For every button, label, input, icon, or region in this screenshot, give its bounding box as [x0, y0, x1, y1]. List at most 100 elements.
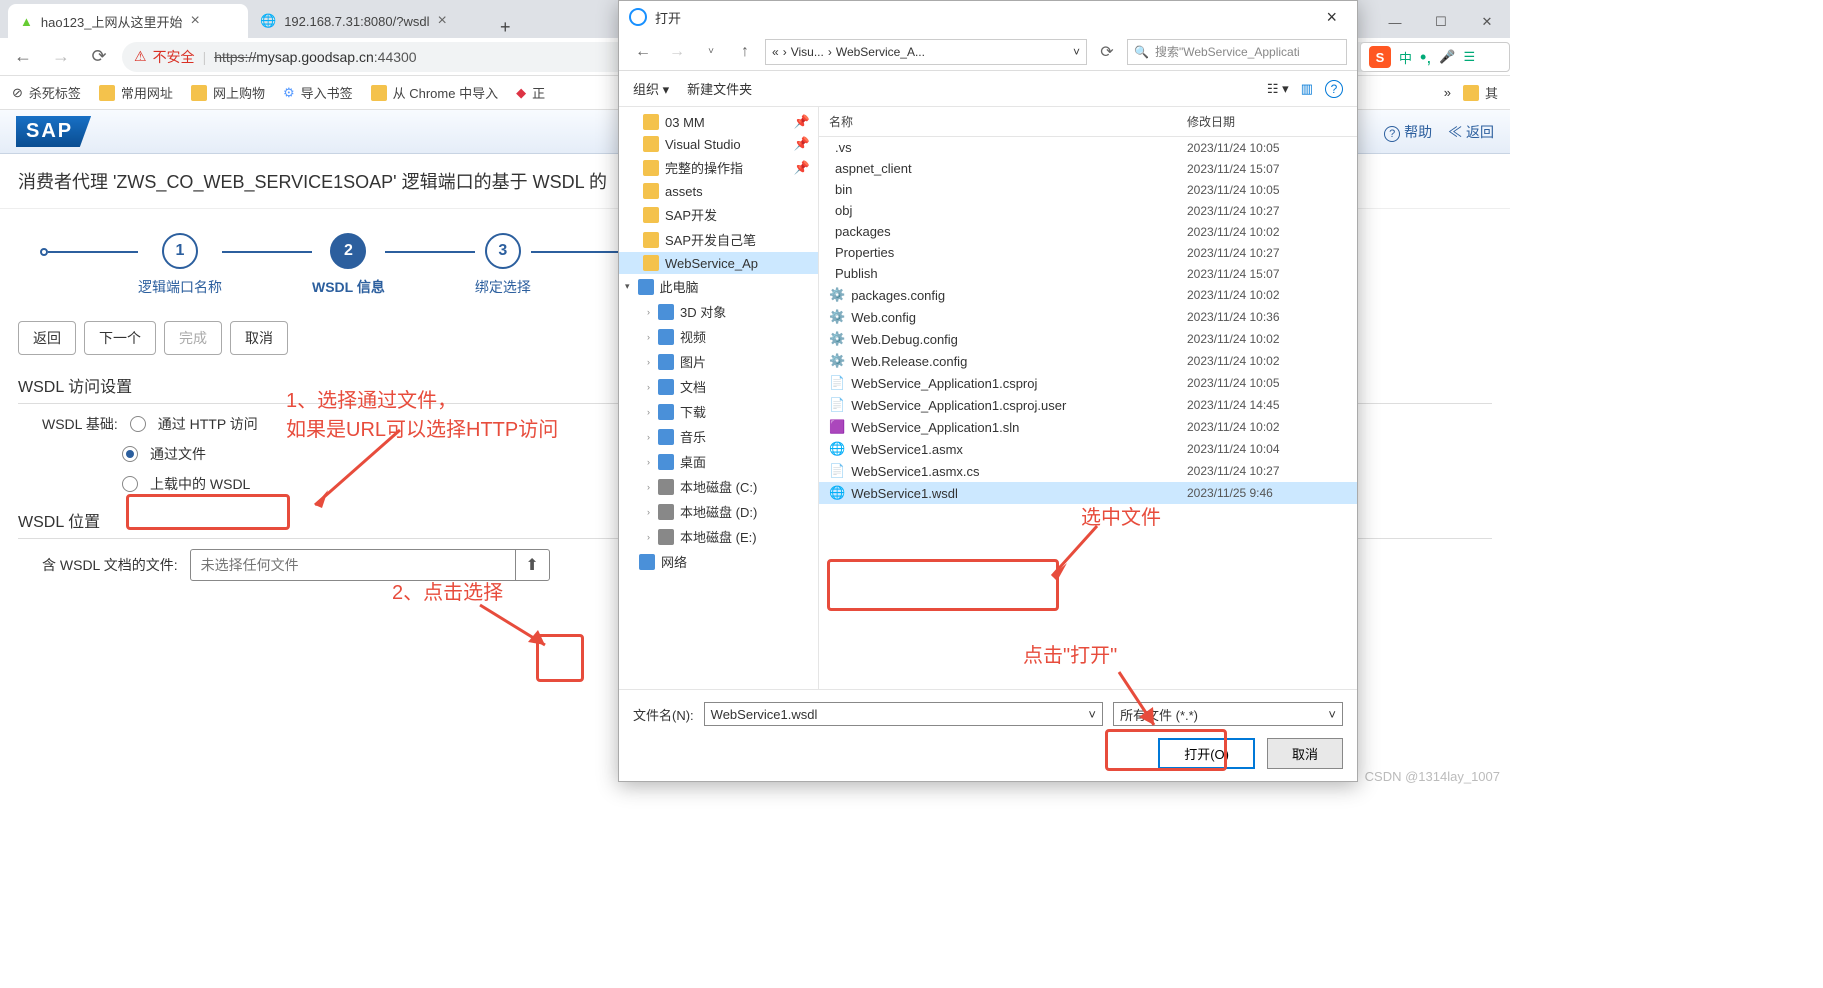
reload-icon[interactable]: ⟳ — [84, 42, 114, 72]
file-row[interactable]: aspnet_client2023/11/24 15:07 — [819, 158, 1357, 179]
browser-tab-2[interactable]: 🌐 192.168.7.31:8080/?wsdl × — [248, 4, 488, 38]
close-icon[interactable]: × — [191, 12, 200, 30]
tree-item[interactable]: assets — [619, 180, 818, 202]
ime-lang[interactable]: 中 — [1399, 48, 1412, 67]
view-icon[interactable]: ☷ ▾ — [1267, 81, 1289, 97]
bookmark-item[interactable]: 从 Chrome 中导入 — [371, 83, 498, 102]
file-row[interactable]: 🟪WebService_Application1.sln2023/11/24 1… — [819, 416, 1357, 438]
bookmark-item[interactable]: ◆正 — [516, 83, 545, 102]
forward-icon: → — [663, 38, 691, 66]
tree-item[interactable]: 网络 — [619, 549, 818, 574]
tree-item[interactable]: ›本地磁盘 (E:) — [619, 524, 818, 549]
preview-icon[interactable]: ▥ — [1301, 81, 1313, 97]
close-icon[interactable]: ✕ — [1464, 6, 1510, 38]
back-button[interactable]: 返回 — [18, 321, 76, 355]
path-bar[interactable]: «› Visu...› WebService_A... ˅ — [765, 39, 1087, 65]
help-link[interactable]: ? 帮助 — [1384, 122, 1432, 142]
tree-item[interactable]: WebService_Ap — [619, 252, 818, 274]
tree-item[interactable]: ›本地磁盘 (C:) — [619, 474, 818, 499]
tree-item[interactable]: ›文档 — [619, 374, 818, 399]
file-input[interactable] — [191, 551, 515, 579]
maximize-icon[interactable]: ☐ — [1418, 6, 1464, 38]
file-row[interactable]: .vs2023/11/24 10:05 — [819, 137, 1357, 158]
file-row[interactable]: ⚙️packages.config2023/11/24 10:02 — [819, 284, 1357, 306]
bookmark-item[interactable]: ⊘杀死标签 — [12, 83, 81, 102]
bookmark-item[interactable]: ⚙导入书签 — [283, 83, 353, 102]
minimize-icon[interactable]: — — [1372, 6, 1418, 38]
organize-menu[interactable]: 组织 ▾ — [633, 79, 669, 98]
tree-item[interactable]: 03 MM📌 — [619, 111, 818, 133]
wizard-step-2[interactable]: 2WSDL 信息 — [312, 233, 385, 297]
mic-icon[interactable]: 🎤 — [1439, 49, 1455, 65]
tree-item[interactable]: ▾此电脑 — [619, 274, 818, 299]
watermark: CSDN @1314lay_1007 — [1365, 769, 1500, 784]
tree-label: 本地磁盘 (D:) — [680, 502, 757, 521]
back-link[interactable]: ≪ 返回 — [1448, 122, 1494, 142]
menu-icon[interactable]: ☰ — [1464, 49, 1476, 65]
next-button[interactable]: 下一个 — [84, 321, 156, 355]
file-row[interactable]: ⚙️Web.config2023/11/24 10:36 — [819, 306, 1357, 328]
close-icon[interactable]: × — [437, 12, 446, 30]
tree-item[interactable]: SAP开发 — [619, 202, 818, 227]
bookmark-item[interactable]: 常用网址 — [99, 83, 173, 102]
file-row[interactable]: Properties2023/11/24 10:27 — [819, 242, 1357, 263]
dl-icon — [658, 404, 674, 420]
tree-item[interactable]: SAP开发自己笔 — [619, 227, 818, 252]
file-row[interactable]: Publish2023/11/24 15:07 — [819, 263, 1357, 284]
tree-item[interactable]: ›视频 — [619, 324, 818, 349]
ime-widget[interactable]: S 中 •, 🎤 ☰ — [1360, 42, 1510, 72]
refresh-icon[interactable]: ⟳ — [1093, 38, 1121, 66]
folder-tree[interactable]: 03 MM📌Visual Studio📌完整的操作指📌assetsSAP开发SA… — [619, 107, 819, 689]
radio-upload[interactable] — [122, 476, 138, 492]
wizard-step-3[interactable]: 3绑定选择 — [475, 233, 531, 297]
tree-item[interactable]: ›桌面 — [619, 449, 818, 474]
list-header[interactable]: 名称 修改日期 — [819, 107, 1357, 137]
tree-item[interactable]: Visual Studio📌 — [619, 133, 818, 155]
folder-icon — [1463, 85, 1479, 101]
tree-item[interactable]: ›本地磁盘 (D:) — [619, 499, 818, 524]
recent-icon[interactable]: ˅ — [697, 38, 725, 66]
file-row[interactable]: 🌐WebService1.asmx2023/11/24 10:04 — [819, 438, 1357, 460]
browser-tab-1[interactable]: ▲ hao123_上网从这里开始 × — [8, 4, 248, 38]
file-icon: 📄 — [829, 397, 845, 413]
tree-item[interactable]: ›音乐 — [619, 424, 818, 449]
window-controls: — ☐ ✕ — [1372, 6, 1510, 38]
filename-input[interactable]: WebService1.wsdl˅ — [704, 702, 1103, 726]
wizard-step-1[interactable]: 1逻辑端口名称 — [138, 233, 222, 297]
radio-http[interactable] — [130, 416, 146, 432]
overflow-icon[interactable]: » — [1444, 85, 1451, 100]
file-row[interactable]: 📄WebService1.asmx.cs2023/11/24 10:27 — [819, 460, 1357, 482]
file-row[interactable]: bin2023/11/24 10:05 — [819, 179, 1357, 200]
file-list[interactable]: 名称 修改日期 .vs2023/11/24 10:05aspnet_client… — [819, 107, 1357, 689]
file-date: 2023/11/24 15:07 — [1187, 162, 1347, 176]
file-row[interactable]: 📄WebService_Application1.csproj.user2023… — [819, 394, 1357, 416]
radio-file[interactable] — [122, 446, 138, 462]
filter-select[interactable]: 所有文件 (*.*)˅ — [1113, 702, 1343, 726]
file-row[interactable]: 🌐WebService1.wsdl2023/11/25 9:46 — [819, 482, 1357, 504]
tree-item[interactable]: ›图片 — [619, 349, 818, 374]
tree-item[interactable]: ›3D 对象 — [619, 299, 818, 324]
tree-item[interactable]: 完整的操作指📌 — [619, 155, 818, 180]
new-folder-button[interactable]: 新建文件夹 — [687, 79, 752, 98]
up-icon[interactable]: ↑ — [731, 38, 759, 66]
ime-punct[interactable]: •, — [1420, 47, 1431, 68]
cancel-button[interactable]: 取消 — [230, 321, 288, 355]
file-row[interactable]: obj2023/11/24 10:27 — [819, 200, 1357, 221]
tree-item[interactable]: ›下载 — [619, 399, 818, 424]
file-row[interactable]: 📄WebService_Application1.csproj2023/11/2… — [819, 372, 1357, 394]
help-icon[interactable]: ? — [1325, 80, 1343, 98]
search-input[interactable]: 🔍 搜索"WebService_Applicati — [1127, 39, 1347, 65]
file-row[interactable]: ⚙️Web.Release.config2023/11/24 10:02 — [819, 350, 1357, 372]
close-icon[interactable]: × — [1316, 7, 1347, 28]
bookmark-item[interactable]: 网上购物 — [191, 83, 265, 102]
file-icon: ⚙️ — [829, 331, 845, 347]
open-button[interactable]: 打开(O) — [1158, 738, 1255, 769]
new-tab-button[interactable]: + — [488, 17, 523, 38]
upload-button[interactable]: ⬆ — [515, 550, 549, 580]
back-icon[interactable]: ← — [629, 38, 657, 66]
cancel-button[interactable]: 取消 — [1267, 738, 1343, 769]
file-row[interactable]: packages2023/11/24 10:02 — [819, 221, 1357, 242]
bookmark-item[interactable]: 其 — [1463, 83, 1498, 102]
back-icon[interactable]: ← — [8, 42, 38, 72]
file-row[interactable]: ⚙️Web.Debug.config2023/11/24 10:02 — [819, 328, 1357, 350]
